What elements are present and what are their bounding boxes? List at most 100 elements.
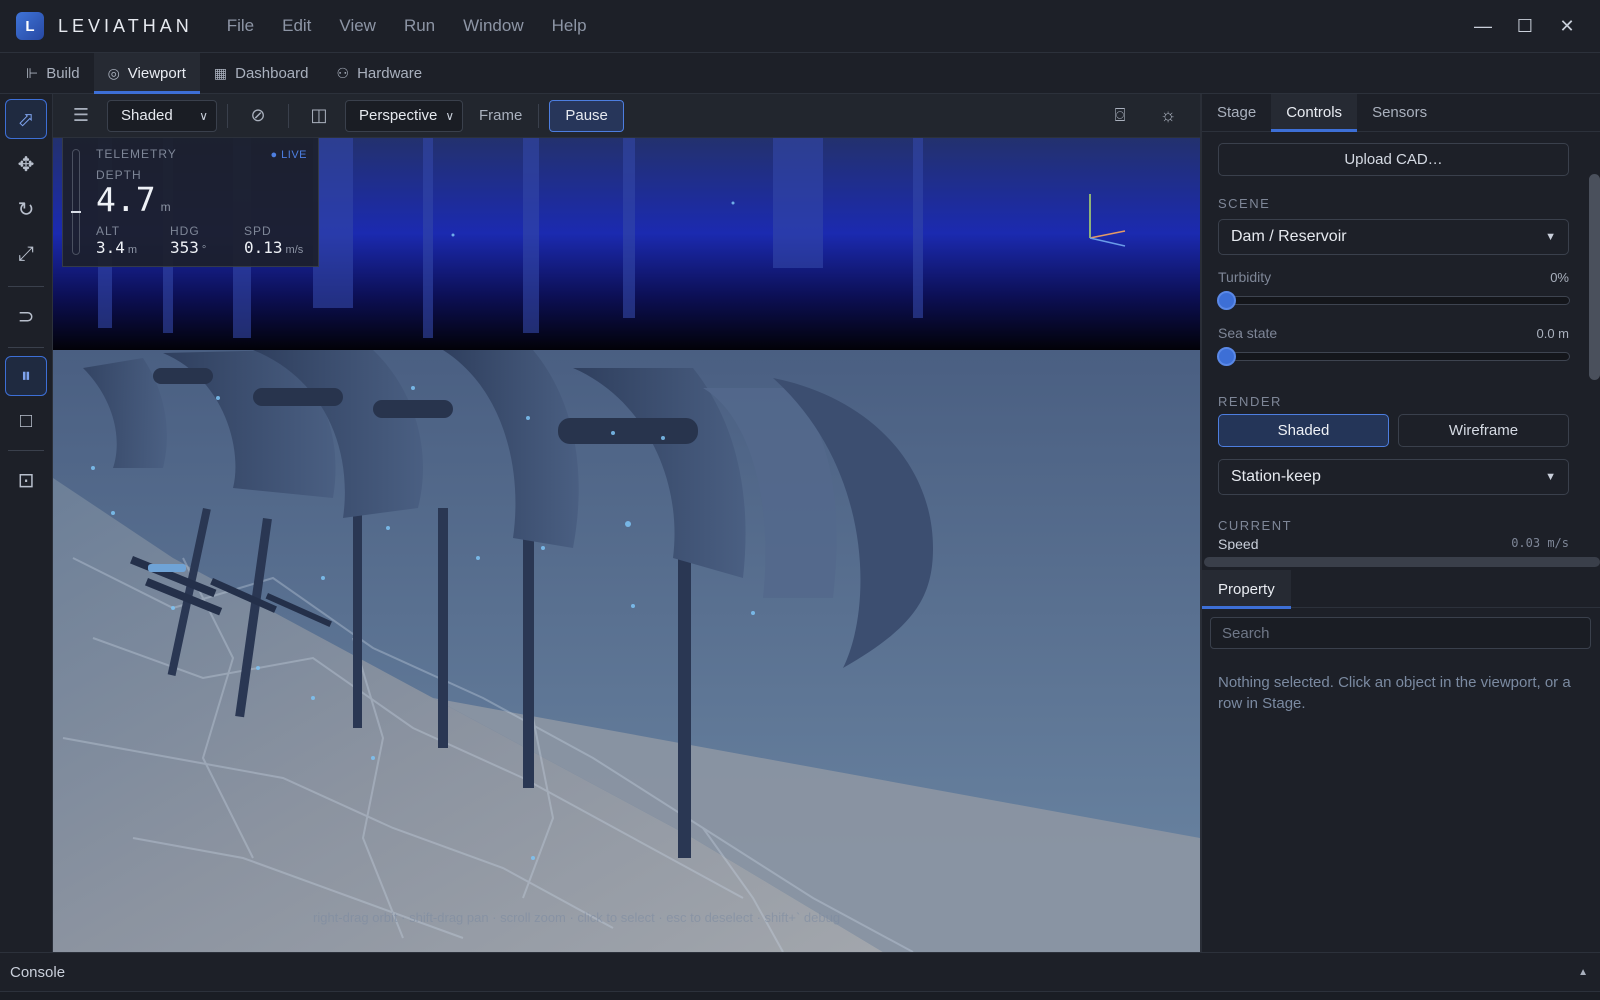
tab-property[interactable]: Property <box>1202 570 1291 609</box>
hierarchy-icon: ⊩ <box>26 64 39 81</box>
turbidity-value: 0% <box>1550 270 1569 285</box>
move-tool[interactable]: ✥ <box>5 144 47 184</box>
viewport-actions: ⌼ ☼ <box>1096 105 1200 126</box>
alt-label: ALT <box>96 224 121 238</box>
tab-build[interactable]: ⊩ Build <box>12 53 94 93</box>
sliders-icon[interactable]: ☰ <box>61 105 101 126</box>
console-bar[interactable]: Console ▲ <box>0 952 1600 992</box>
chevron-down-icon: ∨ <box>199 108 208 123</box>
turbidity-slider-handle[interactable] <box>1217 291 1236 310</box>
select-tool[interactable]: ⬀ <box>5 99 47 139</box>
spd-readout: 0.13 m/s <box>244 238 303 257</box>
alt-readout: 3.4 m <box>96 238 137 257</box>
chevron-down-icon: ▼ <box>1545 231 1556 243</box>
menu-window[interactable]: Window <box>463 16 523 36</box>
menu-edit[interactable]: Edit <box>282 16 311 36</box>
hdg-label: HDG <box>170 224 200 238</box>
pause-button[interactable]: Pause <box>549 99 624 132</box>
controls-horizontal-scrollbar[interactable] <box>1204 557 1600 567</box>
frame-button[interactable]: Frame <box>479 107 522 124</box>
tab-label: Hardware <box>357 64 423 82</box>
tab-dashboard[interactable]: ▦ Dashboard <box>200 53 323 93</box>
menu-view[interactable]: View <box>339 16 376 36</box>
toolbar-divider <box>8 347 44 348</box>
chevron-up-icon[interactable]: ▲ <box>1578 967 1588 978</box>
sun-icon[interactable]: ☼ <box>1144 105 1192 126</box>
tab-label: Build <box>46 64 80 82</box>
app-title: LEVIATHAN <box>58 15 193 36</box>
scale-icon: ⤢ <box>18 242 34 265</box>
status-strip <box>0 992 1600 1000</box>
live-badge: LIVE <box>270 149 307 161</box>
scene-select[interactable]: Dam / Reservoir ▼ <box>1218 219 1569 255</box>
scene-section-title: SCENE <box>1218 196 1271 211</box>
projection-value: Perspective <box>359 107 438 124</box>
viewport-toolbar: ☰ Shaded ∨ ⊘ ◫ Perspective ∨ Frame Pause… <box>53 94 1200 138</box>
tab-hardware[interactable]: ⚇ Hardware <box>323 53 437 93</box>
property-search-input[interactable] <box>1210 617 1591 649</box>
workspace-tabs: ⊩ Build ◎ Viewport ▦ Dashboard ⚇ Hardwar… <box>0 53 1600 94</box>
render-shaded-button[interactable]: Shaded <box>1218 414 1389 447</box>
3d-viewport[interactable]: ☰ Shaded ∨ ⊘ ◫ Perspective ∨ Frame Pause… <box>53 94 1200 952</box>
sea-state-slider[interactable] <box>1217 347 1570 366</box>
tab-controls[interactable]: Controls <box>1271 94 1358 132</box>
turbidity-slider[interactable] <box>1217 291 1570 310</box>
spd-label: SPD <box>244 224 272 238</box>
scale-tool[interactable]: ⤢ <box>5 234 47 274</box>
turbidity-label: Turbidity <box>1218 269 1272 285</box>
eye-off-icon[interactable]: ⊘ <box>238 105 278 126</box>
mode-select[interactable]: Station-keep ▼ <box>1218 459 1569 495</box>
tab-viewport[interactable]: ◎ Viewport <box>93 53 201 94</box>
spd-unit: m/s <box>285 244 304 256</box>
alt-value: 3.4 <box>96 238 125 257</box>
focus-tool[interactable]: ⊡ <box>5 460 47 500</box>
chevron-down-icon: ▼ <box>1545 471 1556 483</box>
sea-state-label: Sea state <box>1218 325 1278 341</box>
menu-help[interactable]: Help <box>552 16 587 36</box>
projection-select[interactable]: Perspective ∨ <box>345 99 463 132</box>
render-mode-select[interactable]: Shaded ∨ <box>107 99 217 132</box>
chevron-down-icon: ∨ <box>445 108 455 123</box>
viewport-hint: right-drag orbit · shift-drag pan · scro… <box>313 910 841 925</box>
rotate-icon: ↻ <box>17 198 35 221</box>
sea-state-slider-handle[interactable] <box>1217 347 1236 366</box>
scene-select-value: Dam / Reservoir <box>1231 228 1347 245</box>
depth-readout: 4.7 m <box>96 180 171 219</box>
depth-gauge <box>71 149 81 255</box>
toolbar-divider <box>288 103 289 128</box>
depth-value: 4.7 <box>96 180 156 219</box>
inspector-tabs: Stage Controls Sensors <box>1202 94 1600 132</box>
pause-icon: ⏸ <box>21 364 31 387</box>
controls-vertical-scrollbar[interactable] <box>1589 174 1600 380</box>
alt-unit: m <box>127 244 138 256</box>
mode-select-value: Station-keep <box>1231 468 1321 485</box>
render-section-title: RENDER <box>1218 394 1282 409</box>
toolbar-divider <box>8 286 44 287</box>
toolbar-divider <box>8 450 44 451</box>
camera-icon[interactable]: ◫ <box>299 105 339 126</box>
telemetry-title: TELEMETRY <box>96 147 177 161</box>
console-label: Console <box>10 963 66 981</box>
maximize-icon[interactable]: ☐ <box>1504 16 1546 37</box>
tab-stage[interactable]: Stage <box>1202 94 1271 131</box>
stop-tool[interactable]: □ <box>5 401 47 441</box>
menu-run[interactable]: Run <box>404 16 435 36</box>
tab-sensors[interactable]: Sensors <box>1357 94 1442 131</box>
render-mode-value: Shaded <box>121 107 173 124</box>
app-window: L LEVIATHAN File Edit View Run Window He… <box>0 0 1600 1000</box>
rotate-tool[interactable]: ↻ <box>5 189 47 229</box>
render-wireframe-button[interactable]: Wireframe <box>1398 414 1569 447</box>
upload-cad-button[interactable]: Upload CAD… <box>1218 143 1569 176</box>
tab-label: Viewport <box>127 64 186 82</box>
menu-file[interactable]: File <box>227 16 254 36</box>
pause-tool[interactable]: ⏸ <box>5 356 47 396</box>
screenshot-icon[interactable]: ⌼ <box>1096 105 1144 126</box>
depth-unit: m <box>160 200 171 214</box>
magnet-tool[interactable]: ⊃ <box>5 296 47 336</box>
square-icon: □ <box>19 409 33 432</box>
toolbar-divider <box>538 103 540 128</box>
close-icon[interactable]: ✕ <box>1546 16 1588 37</box>
focus-icon: ⊡ <box>17 469 35 492</box>
minimize-icon[interactable]: — <box>1462 16 1504 37</box>
dashboard-icon: ▦ <box>213 64 228 81</box>
